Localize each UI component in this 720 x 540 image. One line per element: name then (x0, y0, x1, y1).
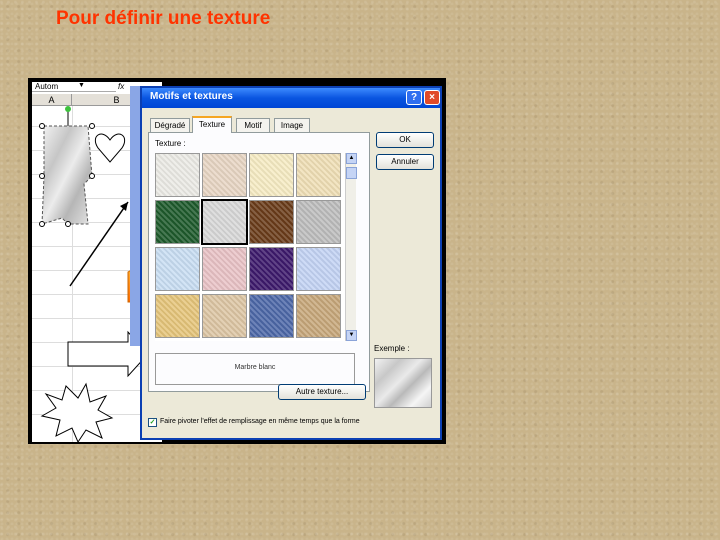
tab-image[interactable]: Image (274, 118, 310, 132)
starburst-shape (40, 382, 114, 442)
texture-swatch[interactable] (155, 247, 200, 291)
texture-label: Texture : (155, 139, 186, 148)
texture-swatch[interactable] (249, 294, 294, 338)
texture-swatch[interactable] (296, 294, 341, 338)
tab-texture[interactable]: Texture (192, 116, 232, 133)
formula-label: fx (118, 82, 125, 91)
texture-swatch[interactable] (249, 153, 294, 197)
chevron-down-icon[interactable]: ▼ (78, 82, 85, 89)
other-texture-button[interactable]: Autre texture... (278, 384, 366, 400)
texture-swatch[interactable] (155, 153, 200, 197)
rotate-fill-option[interactable]: ✓ Faire pivoter l'effet de remplissage e… (148, 418, 438, 430)
fill-effects-dialog: Motifs et textures ? × Dégradé Texture M… (140, 86, 442, 440)
background-dialog-edge (130, 86, 140, 346)
texture-scrollbar[interactable]: ▲ ▼ (345, 153, 357, 341)
rotation-handle-icon[interactable] (65, 106, 71, 112)
cancel-button[interactable]: Annuler (376, 154, 434, 170)
screenshot: Autom ▼ fx A B Motifs et textures ? × Dé… (28, 78, 446, 444)
column-header-a[interactable]: A (32, 94, 72, 106)
texture-swatch[interactable] (296, 200, 341, 244)
example-label: Exemple : (374, 344, 410, 353)
slide-title: Pour définir une texture (56, 8, 271, 29)
texture-name: Marbre blanc (234, 364, 276, 371)
close-icon[interactable]: × (424, 90, 440, 105)
ok-button[interactable]: OK (376, 132, 434, 148)
name-box[interactable]: Autom (32, 82, 116, 92)
texture-swatch[interactable] (202, 153, 247, 197)
texture-swatch[interactable] (296, 247, 341, 291)
texture-name-box: Marbre blanc (155, 353, 355, 385)
help-icon[interactable]: ? (406, 90, 422, 105)
scroll-down-icon[interactable]: ▼ (346, 330, 357, 341)
texture-swatch[interactable] (249, 200, 294, 244)
texture-panel: Texture : ▲ ▼ Marbre blanc (148, 132, 370, 392)
dialog-titlebar[interactable]: Motifs et textures ? × (142, 88, 440, 108)
texture-swatch[interactable] (201, 199, 248, 245)
rotate-fill-label: Faire pivoter l'effet de remplissage en … (160, 418, 360, 425)
texture-grid (155, 153, 345, 341)
marble-shape (41, 125, 93, 225)
texture-swatch[interactable] (249, 247, 294, 291)
texture-swatch[interactable] (202, 247, 247, 291)
texture-swatch[interactable] (202, 294, 247, 338)
rotate-fill-checkbox[interactable]: ✓ (148, 418, 157, 427)
tab-degrade[interactable]: Dégradé (150, 118, 190, 132)
dialog-title: Motifs et textures (150, 91, 233, 102)
heart-shape (94, 133, 126, 163)
texture-swatch[interactable] (155, 294, 200, 338)
texture-swatch[interactable] (155, 200, 200, 244)
texture-swatch[interactable] (296, 153, 341, 197)
tab-motif[interactable]: Motif (236, 118, 270, 132)
scroll-up-icon[interactable]: ▲ (346, 153, 357, 164)
example-preview (374, 358, 432, 408)
scroll-thumb[interactable] (346, 167, 357, 179)
